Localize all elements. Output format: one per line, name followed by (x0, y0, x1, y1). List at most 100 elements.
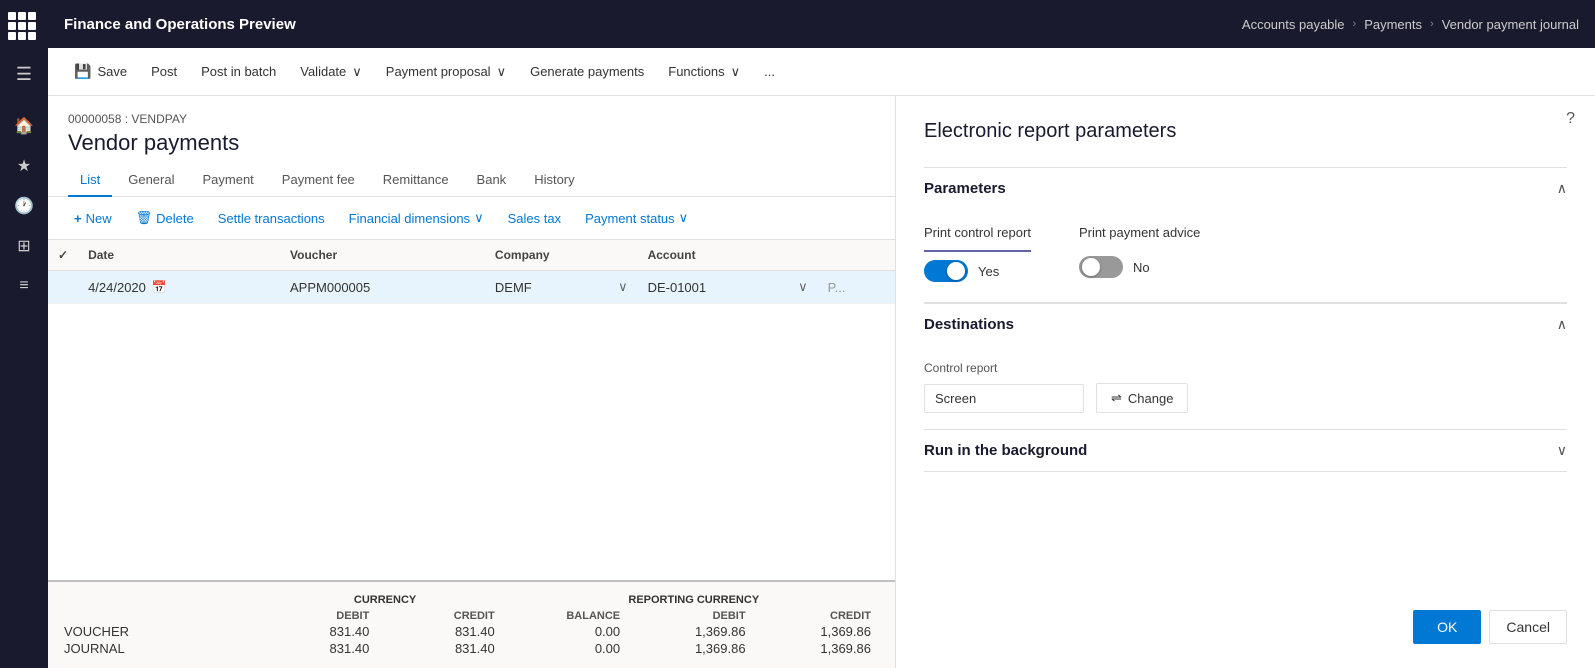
table-row[interactable]: 4/24/2020 📅 APPM000005 DEMF ∨ (48, 271, 895, 304)
topbar: Finance and Operations Preview Accounts … (48, 0, 1595, 48)
row-extra: P... (818, 271, 895, 304)
destinations-chevron-icon: ∧ (1557, 316, 1567, 333)
tab-payment-fee[interactable]: Payment fee (270, 164, 367, 197)
breadcrumb-journal[interactable]: Vendor payment journal (1442, 17, 1579, 32)
apps-grid-icon[interactable] (6, 8, 42, 44)
voucher-credit: 831.40 (377, 624, 502, 639)
run-background-section: Run in the background ∨ (924, 429, 1567, 472)
report-panel-title: Electronic report parameters (924, 120, 1567, 143)
plus-icon: + (74, 211, 82, 226)
control-report-input[interactable] (924, 384, 1084, 413)
tab-general[interactable]: General (116, 164, 186, 197)
workspaces-icon[interactable]: ⊞ (6, 228, 42, 264)
run-background-chevron-icon: ∨ (1557, 442, 1567, 459)
voucher-debit: 831.40 (252, 624, 377, 639)
help-icon[interactable]: ? (1566, 110, 1575, 128)
company-dropdown-icon[interactable]: ∨ (618, 279, 628, 295)
print-control-value: Yes (978, 264, 999, 279)
run-background-header[interactable]: Run in the background ∨ (924, 430, 1567, 471)
tab-remittance[interactable]: Remittance (371, 164, 461, 197)
parameters-section-content: Print control report Yes Print payment a… (924, 209, 1567, 298)
payment-status-button[interactable]: Payment status ∨ (575, 205, 698, 231)
check-all-header[interactable]: ✓ (48, 240, 78, 271)
toggle-thumb-on (947, 262, 965, 280)
print-advice-toggle-item: Print payment advice No (1079, 225, 1200, 278)
r-debit-col-header: DEBIT (628, 610, 753, 622)
voucher-label: VOUCHER (64, 624, 252, 639)
content-area: 00000058 : VENDPAY Vendor payments List … (48, 96, 1595, 668)
summary-footer: CURRENCY REPORTING CURRENCY DEBIT CREDIT… (48, 580, 895, 668)
toolbar: 💾 Save Post Post in batch Validate ∨ Pay… (48, 48, 1595, 96)
tabs-bar: List General Payment Payment fee Remitta… (48, 164, 895, 197)
hamburger-icon[interactable]: ☰ (6, 56, 42, 92)
voucher-column-header: Voucher (280, 240, 485, 271)
modules-icon[interactable]: ≡ (6, 268, 42, 304)
delete-button[interactable]: 🗑 Delete (126, 205, 204, 231)
post-batch-button[interactable]: Post in batch (191, 58, 286, 85)
post-button[interactable]: Post (141, 58, 187, 85)
grid-table: ✓ Date Voucher Company Account (48, 240, 895, 304)
recent-icon[interactable]: 🕐 (6, 188, 42, 224)
calendar-icon[interactable]: 📅 (152, 280, 167, 294)
breadcrumb-accounts-payable[interactable]: Accounts payable (1242, 17, 1345, 32)
control-report-label: Control report (924, 361, 1567, 375)
payment-proposal-button[interactable]: Payment proposal ∨ (376, 58, 516, 86)
print-advice-row: No (1079, 256, 1200, 278)
print-advice-toggle[interactable] (1079, 256, 1123, 278)
account-dropdown-icon[interactable]: ∨ (798, 279, 808, 295)
parameters-label: Parameters (924, 180, 1006, 197)
sales-tax-button[interactable]: Sales tax (498, 206, 571, 231)
cancel-button[interactable]: Cancel (1489, 610, 1567, 644)
app-title: Finance and Operations Preview (64, 16, 296, 33)
print-advice-label: Print payment advice (1079, 225, 1200, 240)
tab-list[interactable]: List (68, 164, 112, 197)
voucher-balance: 0.00 (503, 624, 628, 639)
toggle-group: Print control report Yes Print payment a… (924, 225, 1567, 282)
settle-transactions-button[interactable]: Settle transactions (208, 206, 335, 231)
currency-section-header: CURRENCY (262, 594, 509, 606)
credit-col-header: CREDIT (377, 610, 502, 622)
tab-history[interactable]: History (522, 164, 586, 197)
journal-r-credit: 1,369.86 (754, 641, 879, 656)
tab-bank[interactable]: Bank (465, 164, 519, 197)
journal-id: 00000058 : VENDPAY (68, 112, 875, 126)
parameters-section-header[interactable]: Parameters ∧ (924, 167, 1567, 209)
journal-summary-label: JOURNAL (64, 641, 252, 656)
balance-col-header: BALANCE (503, 610, 628, 622)
validate-button[interactable]: Validate ∨ (290, 58, 372, 86)
voucher-r-credit: 1,369.86 (754, 624, 879, 639)
print-control-toggle-item: Print control report Yes (924, 225, 1031, 282)
journal-debit: 831.40 (252, 641, 377, 656)
company-column-header: Company (485, 240, 638, 271)
breadcrumb-payments[interactable]: Payments (1364, 17, 1422, 32)
trash-icon: 🗑 (136, 210, 153, 226)
functions-button[interactable]: Functions ∨ (658, 58, 750, 86)
journal-title: Vendor payments (68, 130, 875, 156)
run-background-label: Run in the background (924, 442, 1087, 459)
functions-chevron-icon: ∨ (731, 64, 741, 80)
financial-dimensions-button[interactable]: Financial dimensions ∨ (339, 205, 494, 231)
save-icon: 💾 (74, 63, 91, 80)
print-advice-value: No (1133, 260, 1150, 275)
favorites-icon[interactable]: ★ (6, 148, 42, 184)
row-checkbox[interactable] (48, 271, 78, 304)
print-control-underline (924, 250, 1031, 252)
print-control-toggle[interactable] (924, 260, 968, 282)
data-grid: ✓ Date Voucher Company Account (48, 240, 895, 580)
new-button[interactable]: + New (64, 206, 122, 231)
generate-payments-button[interactable]: Generate payments (520, 58, 654, 85)
more-button[interactable]: ... (754, 58, 785, 85)
tab-payment[interactable]: Payment (190, 164, 265, 197)
save-button[interactable]: 💾 Save (64, 57, 137, 86)
payment-proposal-chevron-icon: ∨ (497, 64, 507, 80)
destinations-section-header[interactable]: Destinations ∧ (924, 303, 1567, 345)
ok-button[interactable]: OK (1413, 610, 1481, 644)
row-voucher: APPM000005 (280, 271, 485, 304)
reporting-currency-section-header: REPORTING CURRENCY (509, 594, 879, 606)
home-icon[interactable]: 🏠 (6, 108, 42, 144)
date-column-header: Date (78, 240, 280, 271)
extra-column-header (818, 240, 895, 271)
sidebar: ☰ 🏠 ★ 🕐 ⊞ ≡ (0, 0, 48, 668)
row-date: 4/24/2020 📅 (78, 271, 280, 304)
change-button[interactable]: ⇌ Change (1096, 383, 1188, 413)
